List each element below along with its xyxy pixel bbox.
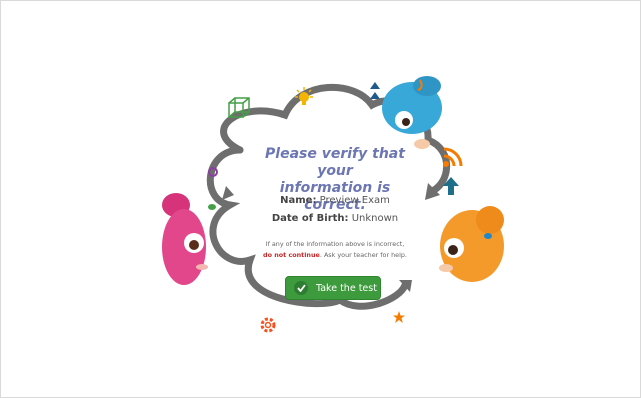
help-note-line2: do not continue. Ask your teacher for he… bbox=[250, 250, 420, 261]
help-note: If any of the information above is incor… bbox=[250, 239, 420, 261]
dob-value: Unknown bbox=[351, 213, 399, 224]
lightbulb-icon bbox=[295, 87, 313, 105]
name-label: Name: bbox=[280, 195, 317, 206]
verify-title-line1: Please verify that your bbox=[265, 146, 405, 179]
take-test-button[interactable]: Take the test bbox=[285, 276, 381, 300]
help-note-after: . Ask your teacher for help. bbox=[319, 251, 407, 259]
star-icon bbox=[393, 311, 405, 323]
arrow-up-icon bbox=[443, 177, 459, 195]
warning-text: do not continue bbox=[263, 251, 320, 259]
name-row: Name: Preview Exam bbox=[250, 195, 420, 206]
circle-icon bbox=[208, 167, 218, 177]
gear-icon bbox=[260, 317, 276, 333]
pink-monster-character bbox=[162, 193, 216, 285]
name-value: Preview Exam bbox=[319, 195, 390, 206]
help-note-line1: If any of the information above is incor… bbox=[265, 240, 405, 248]
dob-row: Date of Birth: Unknown bbox=[250, 213, 420, 224]
blue-monster-character bbox=[382, 76, 442, 149]
checkmark-icon bbox=[294, 281, 308, 295]
dob-label: Date of Birth: bbox=[271, 213, 349, 224]
take-test-label: Take the test bbox=[316, 282, 377, 294]
cube-icon bbox=[228, 97, 250, 118]
orange-monster-character bbox=[439, 206, 504, 282]
